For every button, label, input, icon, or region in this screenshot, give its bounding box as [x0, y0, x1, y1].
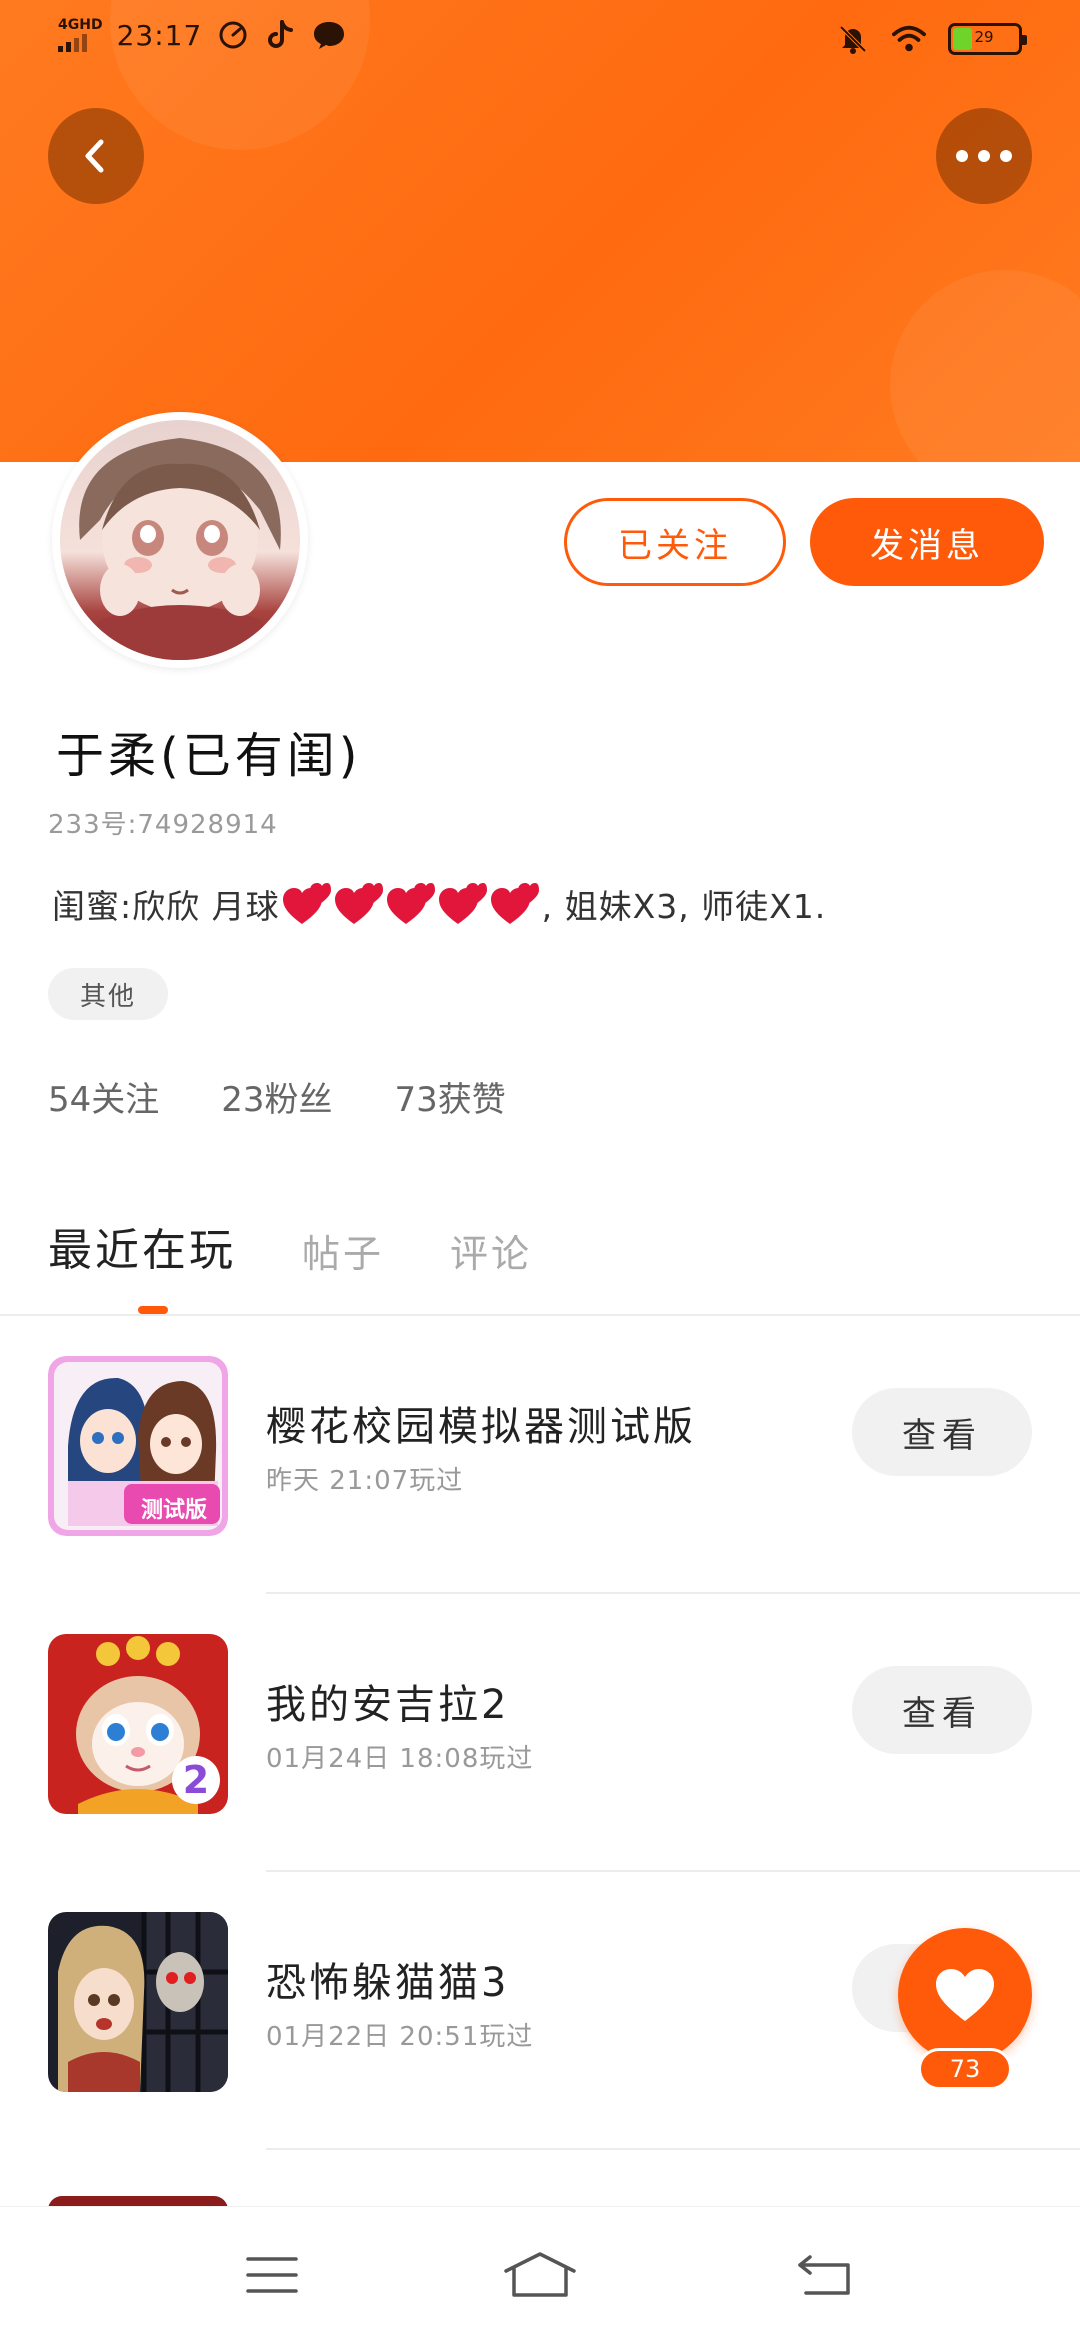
status-right: 29: [836, 22, 1027, 56]
speed-gauge-icon: [216, 18, 250, 52]
home-icon: [504, 2252, 576, 2297]
avatar-image: [60, 420, 300, 660]
game-last-played: 昨天 21:07玩过: [266, 1466, 464, 1496]
status-left: 4GHD 23:17: [58, 18, 346, 52]
view-game-button[interactable]: 查看: [852, 1666, 1032, 1754]
likes-count[interactable]: 73获赞: [395, 1072, 506, 1121]
hearts-emoji-group: [282, 882, 540, 926]
bell-muted-icon: [836, 22, 870, 56]
bio-text-suffix: , 姐妹X3, 师徒X1.: [541, 887, 827, 926]
profile-tabs: 最近在玩 帖子 评论: [48, 1214, 532, 1278]
game-last-played: 01月24日 18:08玩过: [266, 1744, 534, 1774]
signal-icon: 4GHD: [58, 18, 103, 52]
banner-decoration: [890, 270, 1080, 462]
chevron-left-icon: [85, 139, 104, 173]
game-list-item[interactable]: 2 我的安吉拉2 01月24日 18:08玩过 查看: [0, 1594, 1080, 1872]
tab-recent-play[interactable]: 最近在玩: [48, 1214, 236, 1278]
tab-posts[interactable]: 帖子: [302, 1223, 384, 1278]
avatar[interactable]: [52, 412, 308, 668]
game-icon-angela: 2: [48, 1634, 228, 1814]
followers-count[interactable]: 23粉丝: [221, 1072, 332, 1121]
clock: 23:17: [116, 18, 203, 52]
game-icon-badge: 测试版: [140, 1498, 207, 1523]
return-icon: [798, 2255, 850, 2295]
battery-icon: 29: [948, 23, 1027, 55]
game-list-item[interactable]: 测试版 樱花校园模拟器测试版 昨天 21:07玩过 查看: [0, 1316, 1080, 1594]
game-title: 恐怖躲猫猫3: [266, 1960, 510, 2006]
like-count-badge: 73: [918, 2048, 1012, 2090]
battery-percent: 29: [974, 28, 994, 46]
chat-bubble-icon: [312, 18, 346, 52]
game-title: 樱花校园模拟器测试版: [266, 1404, 696, 1450]
profile-screen: 4GHD 23:17 29 已关注 发消息 于柔(已有闺) 233号:74928…: [0, 0, 1080, 2340]
bio-text: 闺蜜:欣欣 月球: [52, 887, 280, 926]
profile-bio: 闺蜜:欣欣 月球 , 姐妹X3, 师徒X1.: [52, 880, 826, 928]
profile-tag[interactable]: 其他: [48, 968, 168, 1020]
two-hearts-icon: [282, 883, 331, 924]
system-nav-bar: [0, 2206, 1080, 2340]
back-button[interactable]: [48, 108, 144, 204]
tab-indicator: [138, 1306, 168, 1314]
followed-button[interactable]: 已关注: [564, 498, 786, 586]
game-title: 我的安吉拉2: [266, 1682, 510, 1728]
user-id: 233号:74928914: [48, 810, 278, 840]
two-hearts-icon: [490, 883, 539, 924]
tiktok-icon: [264, 18, 298, 52]
network-type: 4GHD: [58, 17, 103, 33]
profile-stats: 54关注 23粉丝 73获赞: [48, 1072, 506, 1121]
game-icon-horror: [48, 1912, 228, 2092]
list-separator: [266, 2148, 1080, 2150]
home-button[interactable]: [500, 2247, 580, 2303]
recent-apps-button[interactable]: [232, 2247, 312, 2303]
menu-icon: [246, 2257, 298, 2293]
wifi-icon: [892, 22, 926, 56]
profile-name: 于柔(已有闺): [56, 728, 362, 784]
heart-icon: [936, 1969, 994, 2021]
two-hearts-icon: [386, 883, 435, 924]
tab-comments[interactable]: 评论: [450, 1223, 532, 1278]
like-button[interactable]: [898, 1928, 1032, 2062]
game-last-played: 01月22日 20:51玩过: [266, 2022, 534, 2052]
send-message-button[interactable]: 发消息: [810, 498, 1044, 586]
more-button[interactable]: [936, 108, 1032, 204]
signal-bars: [58, 34, 87, 52]
two-hearts-icon: [438, 883, 487, 924]
game-icon-sakura: 测试版: [48, 1356, 228, 1536]
following-count[interactable]: 54关注: [48, 1072, 159, 1121]
view-game-button[interactable]: 查看: [852, 1388, 1032, 1476]
more-dots-icon: [956, 150, 1012, 162]
status-bar: 4GHD 23:17 29: [0, 0, 1080, 84]
two-hearts-icon: [334, 883, 383, 924]
back-nav-button[interactable]: [784, 2247, 864, 2303]
game-icon-badge: 2: [182, 1758, 210, 1802]
